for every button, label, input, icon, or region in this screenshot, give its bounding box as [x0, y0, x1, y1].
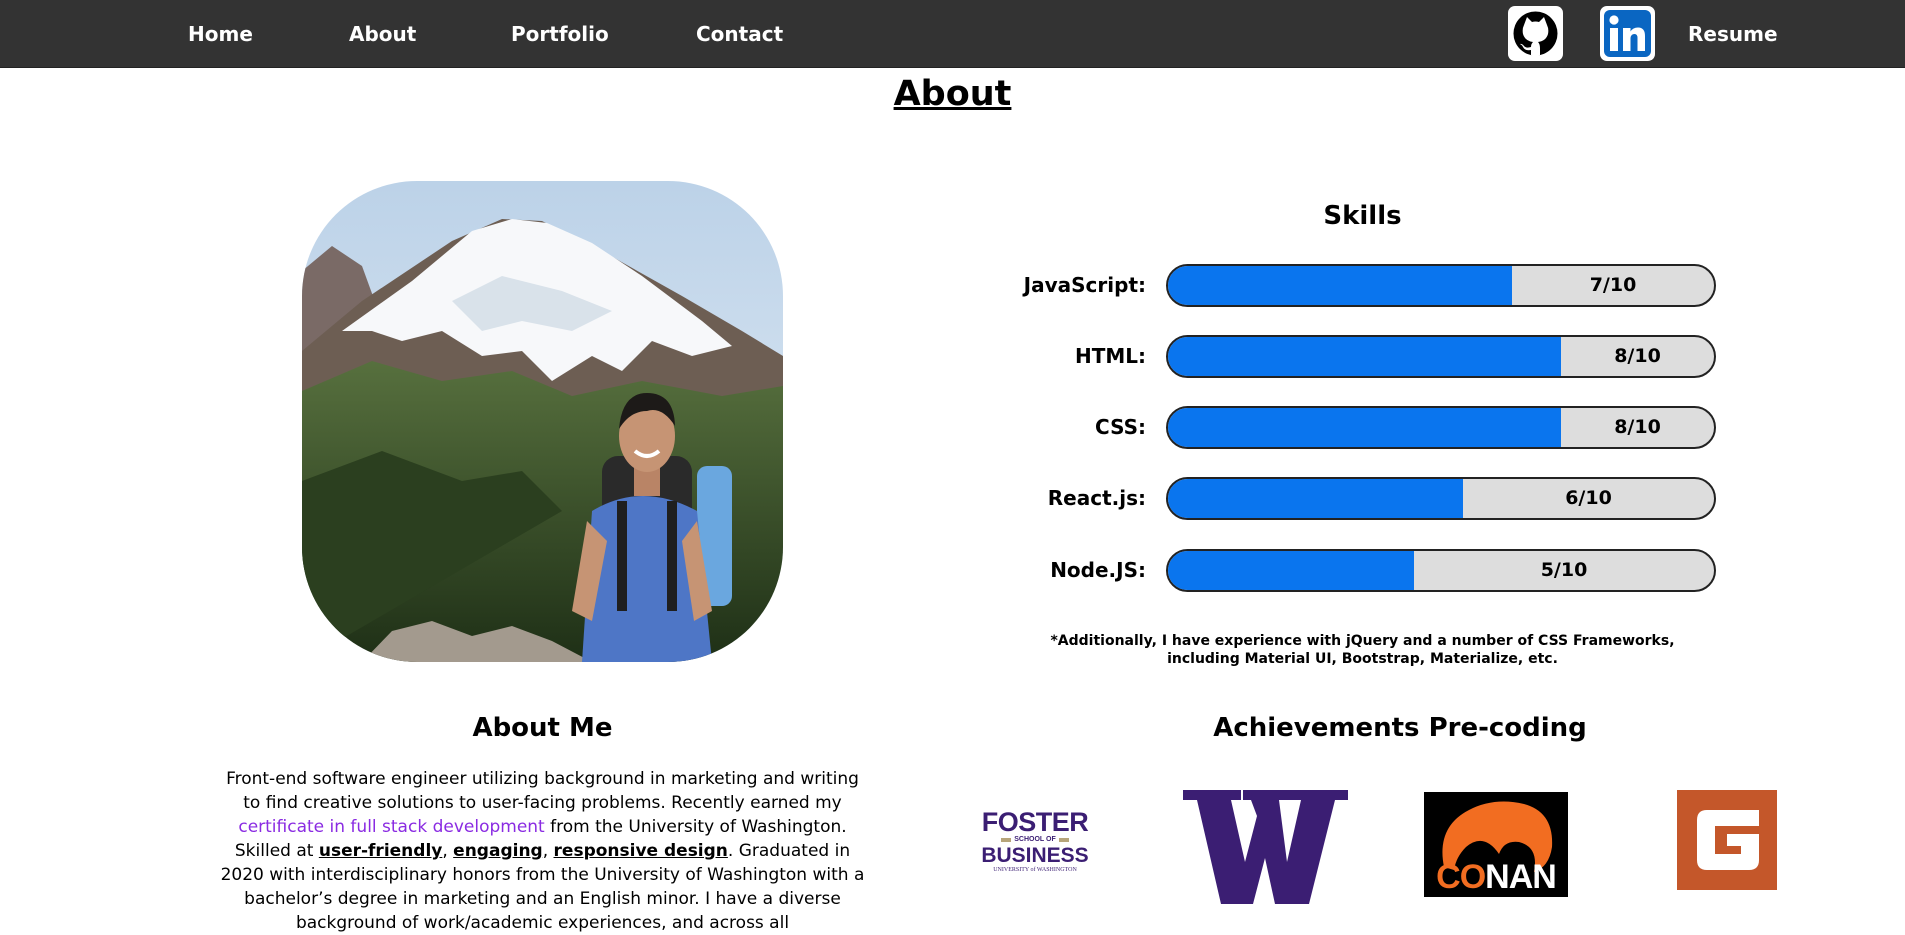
foster-logo-school: SCHOOL OF	[980, 836, 1090, 844]
skill-progress-fill	[1168, 266, 1512, 305]
profile-photo	[302, 181, 783, 662]
skills-footnote: *Additionally, I have experience with jQ…	[1050, 633, 1675, 667]
skill-progress-bar: 8/10	[1166, 406, 1716, 449]
skill-score: 6/10	[1565, 487, 1612, 509]
nav-about-link[interactable]: About	[349, 0, 416, 68]
skills-title: Skills	[1323, 201, 1402, 231]
nav-portfolio-link[interactable]: Portfolio	[511, 0, 609, 68]
skill-label: HTML:	[1074, 344, 1146, 368]
separator: ,	[542, 841, 554, 861]
skill-score: 7/10	[1589, 274, 1637, 296]
achievements-title: Achievements Pre-coding	[1213, 713, 1587, 743]
skill-progress-bar: 6/10	[1166, 477, 1716, 520]
skill-row: HTML: 8/10	[1000, 335, 1716, 378]
github-icon[interactable]	[1508, 6, 1563, 61]
about-me-text-1: Front-end software engineer utilizing ba…	[226, 769, 859, 813]
skill-label: React.js:	[1047, 486, 1146, 510]
nav-contact-link[interactable]: Contact	[696, 0, 783, 68]
keyword-engaging: engaging	[453, 841, 543, 861]
skill-progress-bar: 8/10	[1166, 335, 1716, 378]
foster-logo-business: BUSINESS	[981, 844, 1089, 867]
skill-progress-bar: 5/10	[1166, 549, 1716, 592]
skill-progress-bar: 7/10	[1166, 264, 1716, 307]
skill-label: CSS:	[1095, 415, 1146, 439]
skill-score: 8/10	[1614, 416, 1661, 438]
skill-progress-fill	[1168, 408, 1561, 447]
skill-row: JavaScript: 7/10	[1000, 264, 1716, 307]
certificate-link[interactable]: certificate in full stack development	[238, 817, 544, 837]
conan-logo: CONAN	[1424, 792, 1568, 897]
linkedin-icon[interactable]	[1600, 6, 1655, 61]
keyword-user-friendly: user-friendly	[318, 841, 443, 861]
skill-label: Node.JS:	[1050, 558, 1146, 582]
separator: ,	[442, 841, 454, 861]
foster-logo-text: FOSTER	[981, 807, 1089, 837]
keyword-responsive-design: responsive design	[553, 841, 728, 861]
nav-resume-link[interactable]: Resume	[1688, 0, 1778, 68]
skill-label: JavaScript:	[1023, 273, 1146, 297]
foster-business-logo: FOSTER SCHOOL OF BUSINESS UNIVERSITY of …	[980, 807, 1090, 875]
conan-logo-text: CONAN	[1436, 858, 1557, 896]
page-title: About	[893, 74, 1012, 114]
about-me-title: About Me	[472, 713, 613, 743]
skill-progress-fill	[1168, 479, 1463, 518]
g-brand-logo	[1677, 790, 1777, 890]
foster-logo-university: UNIVERSITY of WASHINGTON	[993, 867, 1077, 873]
skill-row: Node.JS: 5/10	[1000, 549, 1716, 592]
skill-progress-fill	[1168, 551, 1414, 590]
skill-row: CSS: 8/10	[1000, 406, 1716, 449]
skill-row: React.js: 6/10	[1000, 477, 1716, 520]
nav-home-link[interactable]: Home	[188, 0, 253, 68]
about-me-paragraph: Front-end software engineer utilizing ba…	[220, 767, 865, 935]
skill-score: 8/10	[1614, 345, 1661, 367]
skill-progress-fill	[1168, 337, 1561, 376]
uw-logo	[1183, 790, 1348, 904]
skill-score: 5/10	[1540, 559, 1588, 581]
navbar: Home About Portfolio Contact Resume	[0, 0, 1905, 68]
